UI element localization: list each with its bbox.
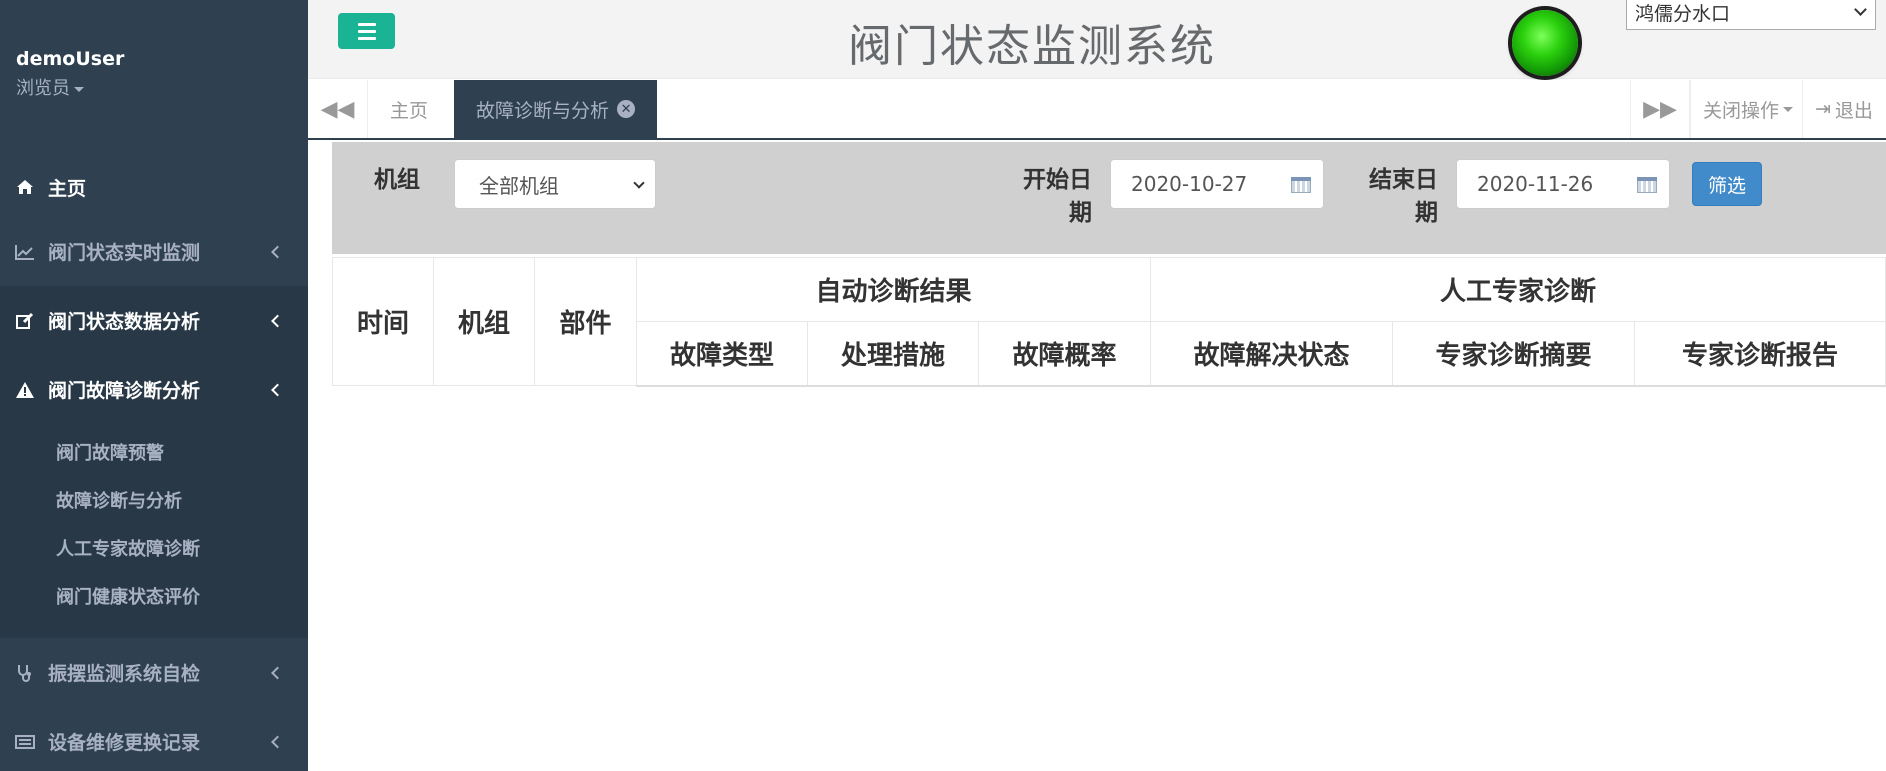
- col-header-resolve-status[interactable]: 故障解决状态: [1150, 321, 1393, 387]
- filter-bar: 机组 全部机组 开始日 期 2020-10-27 结束日 期 2020-11-2…: [332, 142, 1886, 254]
- unit-select-value: 全部机组: [479, 173, 559, 198]
- col-header-summary[interactable]: 专家诊断摘要: [1392, 321, 1635, 387]
- chevron-left-icon: [271, 245, 284, 258]
- chevron-left-icon: [271, 735, 284, 748]
- page-title: 阀门状态监测系统: [848, 21, 1216, 72]
- hamburger-icon: [357, 22, 376, 26]
- home-icon: [14, 176, 36, 198]
- calendar-icon[interactable]: [1291, 177, 1311, 193]
- end-date-input[interactable]: 2020-11-26: [1456, 159, 1670, 209]
- sidebar-item-maintenance-records[interactable]: 设备维修更换记录: [0, 707, 308, 771]
- user-role: 浏览员: [16, 78, 70, 99]
- sidebar-item-home[interactable]: 主页: [0, 157, 308, 217]
- unit-label: 机组: [374, 167, 420, 193]
- col-header-part[interactable]: 部件: [534, 257, 637, 386]
- caret-down-icon: [1783, 106, 1794, 112]
- sidebar-item-label: 阀门状态数据分析: [48, 311, 201, 333]
- end-date-value: 2020-11-26: [1477, 172, 1594, 196]
- tabs-bar: ◀◀ 主页 故障诊断与分析 ✕ ▶▶ 关闭操作 ⇥ 退出: [308, 80, 1886, 140]
- user-name: demoUser: [16, 48, 125, 70]
- diagnosis-table: 时间 机组 部件 自动诊断结果 人工专家诊断 故障类型 处理措施 故障概率 故障…: [332, 257, 1886, 387]
- station-select-value: 鸿儒分水口: [1635, 3, 1731, 25]
- line-chart-icon: [14, 241, 36, 263]
- start-date-label: 开始日 期: [1023, 167, 1092, 226]
- sidebar-item-label: 阀门状态实时监测: [48, 242, 201, 264]
- col-header-fault-type[interactable]: 故障类型: [636, 321, 808, 387]
- chevron-down-icon: [633, 177, 645, 189]
- fault-diagnosis-submenu: 阀门故障预警 故障诊断与分析 人工专家故障诊断 阀门健康状态评价: [0, 424, 308, 638]
- top-header: 阀门状态监测系统 鸿儒分水口: [308, 0, 1886, 79]
- logout-button[interactable]: ⇥ 退出: [1802, 80, 1885, 138]
- tab-label: 故障诊断与分析: [476, 99, 610, 122]
- col-header-report[interactable]: 专家诊断报告: [1634, 321, 1886, 387]
- tab-scroll-right-button[interactable]: ▶▶: [1630, 80, 1690, 138]
- backward-icon: ◀◀: [320, 96, 355, 122]
- submenu-item-fault-warning[interactable]: 阀门故障预警: [0, 428, 308, 476]
- chevron-left-icon: [271, 314, 284, 327]
- list-icon: [14, 731, 36, 753]
- start-date-value: 2020-10-27: [1131, 172, 1248, 196]
- sidebar-item-realtime-monitor[interactable]: 阀门状态实时监测: [0, 217, 308, 286]
- sidebar-item-data-analysis[interactable]: 阀门状态数据分析: [0, 286, 308, 355]
- caret-down-icon: [74, 86, 84, 92]
- sidebar-menu: 主页 阀门状态实时监测 阀门状态数据分析 阀门故障诊断分析 阀门故障预警 故障诊…: [0, 157, 308, 771]
- submenu-item-diagnosis-analysis[interactable]: 故障诊断与分析: [0, 476, 308, 524]
- sidebar: demoUser 浏览员 主页 阀门状态实时监测 阀门状态数据分析 阀门故障诊断…: [0, 0, 308, 771]
- logout-label: 退出: [1834, 99, 1873, 122]
- chevron-left-icon: [271, 383, 284, 396]
- sidebar-item-fault-diagnosis[interactable]: 阀门故障诊断分析: [0, 355, 308, 424]
- menu-toggle-button[interactable]: [338, 13, 395, 49]
- col-header-probability[interactable]: 故障概率: [978, 321, 1151, 387]
- sign-out-icon: ⇥: [1815, 98, 1831, 120]
- sidebar-item-label: 振摆监测系统自检: [48, 663, 201, 685]
- chevron-down-icon: [1854, 3, 1867, 16]
- col-header-measure[interactable]: 处理措施: [807, 321, 979, 387]
- filter-button[interactable]: 筛选: [1692, 162, 1762, 206]
- sidebar-item-label: 阀门故障诊断分析: [48, 380, 201, 402]
- forward-icon: ▶▶: [1643, 96, 1677, 122]
- submenu-item-expert-diagnosis[interactable]: 人工专家故障诊断: [0, 524, 308, 572]
- main-content: 机组 全部机组 开始日 期 2020-10-27 结束日 期 2020-11-2…: [308, 142, 1886, 771]
- calendar-icon[interactable]: [1637, 177, 1657, 193]
- sidebar-item-label: 主页: [48, 177, 87, 200]
- chevron-left-icon: [271, 666, 284, 679]
- group-header-auto-diagnosis: 自动诊断结果: [636, 257, 1151, 322]
- col-header-time[interactable]: 时间: [332, 257, 434, 386]
- close-operations-dropdown[interactable]: 关闭操作: [1690, 80, 1805, 138]
- sidebar-item-self-check[interactable]: 振摆监测系统自检: [0, 638, 308, 707]
- stethoscope-icon: [14, 662, 36, 684]
- end-date-label: 结束日 期: [1369, 167, 1438, 226]
- status-indicator-light: [1512, 10, 1578, 76]
- app-root: demoUser 浏览员 主页 阀门状态实时监测 阀门状态数据分析 阀门故障诊断…: [0, 0, 1886, 771]
- sidebar-item-label: 设备维修更换记录: [48, 732, 201, 754]
- user-role-dropdown[interactable]: 浏览员: [16, 74, 124, 100]
- group-header-expert-diagnosis: 人工专家诊断: [1150, 257, 1886, 322]
- warning-icon: [14, 379, 36, 401]
- submenu-item-health-evaluation[interactable]: 阀门健康状态评价: [0, 572, 308, 620]
- tab-diagnosis-analysis[interactable]: 故障诊断与分析 ✕: [454, 80, 658, 138]
- close-tab-icon[interactable]: ✕: [617, 100, 636, 118]
- tab-scroll-left-button[interactable]: ◀◀: [308, 80, 368, 138]
- edit-icon: [14, 310, 36, 332]
- station-select[interactable]: 鸿儒分水口: [1626, 0, 1876, 30]
- col-header-unit[interactable]: 机组: [433, 257, 535, 386]
- start-date-input[interactable]: 2020-10-27: [1110, 159, 1324, 209]
- unit-select[interactable]: 全部机组: [454, 159, 656, 209]
- close-operations-label: 关闭操作: [1703, 99, 1780, 122]
- tab-home[interactable]: 主页: [368, 80, 450, 138]
- user-profile[interactable]: demoUser 浏览员: [16, 48, 124, 100]
